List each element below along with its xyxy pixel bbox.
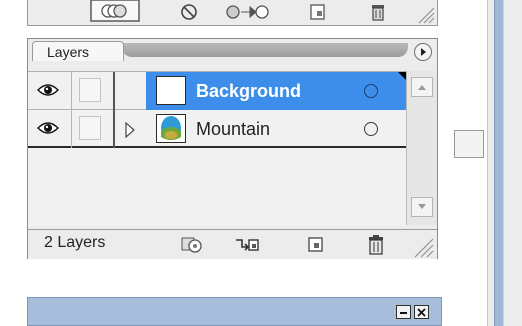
- visibility-toggle[interactable]: [28, 110, 72, 148]
- panel-tab-row: Layers: [28, 39, 437, 65]
- add-sublayer-icon[interactable]: [224, 2, 270, 22]
- new-sublayer-icon[interactable]: [234, 234, 260, 254]
- panel-menu-button[interactable]: [414, 43, 432, 61]
- tab-layers-label: Layers: [47, 44, 90, 60]
- layer-name: Background: [196, 81, 302, 101]
- expand-triangle-icon[interactable]: [124, 122, 136, 138]
- document-window-edge: [487, 0, 522, 326]
- no-entry-icon[interactable]: [179, 2, 199, 22]
- layer-row-background[interactable]: Background: [28, 72, 406, 110]
- visibility-toggle[interactable]: [28, 72, 72, 110]
- lock-toggle[interactable]: [73, 110, 115, 148]
- scroll-up-button[interactable]: [411, 77, 433, 97]
- target-icon[interactable]: [364, 122, 378, 136]
- lock-box: [79, 116, 101, 140]
- clipping-mask-icon[interactable]: [90, 0, 140, 22]
- layer-thumbnail: [156, 114, 186, 143]
- layer-thumbnail: [156, 76, 186, 105]
- layers-list: Background Mountain: [28, 71, 406, 226]
- panel-tab-bar: [122, 43, 408, 57]
- layers-scrollbar[interactable]: [406, 71, 437, 225]
- resize-grip-icon[interactable]: [415, 4, 435, 29]
- trash-icon[interactable]: [366, 234, 386, 256]
- top-palette-footer: [27, 0, 438, 26]
- panel-footer: 2 Layers: [28, 229, 437, 259]
- delete-icon[interactable]: [368, 2, 388, 22]
- layers-panel: Layers Background Mountain 2 Layers: [27, 38, 438, 259]
- tab-layers[interactable]: Layers: [32, 41, 124, 61]
- scrollbar-track[interactable]: [494, 0, 504, 326]
- new-layer-icon[interactable]: [308, 2, 328, 22]
- panel-dock-button[interactable]: [454, 130, 484, 158]
- eye-icon: [37, 84, 59, 96]
- close-button[interactable]: [414, 305, 429, 319]
- scroll-down-button[interactable]: [411, 197, 433, 217]
- arrow-up-icon: [418, 85, 426, 90]
- selected-art-indicator: [398, 72, 406, 80]
- make-clipping-mask-icon[interactable]: [180, 234, 204, 254]
- next-panel-title-bar[interactable]: [27, 297, 442, 326]
- arrow-down-icon: [418, 204, 426, 209]
- layer-row-mountain[interactable]: Mountain: [28, 110, 406, 148]
- lock-toggle[interactable]: [73, 72, 115, 110]
- lock-box: [79, 78, 101, 102]
- layer-name: Mountain: [196, 119, 271, 139]
- close-icon: [417, 307, 426, 317]
- target-icon[interactable]: [364, 84, 378, 98]
- layer-count: 2 Layers: [44, 234, 106, 251]
- minimize-icon: [400, 311, 407, 314]
- triangle-right-icon: [421, 48, 426, 56]
- eye-icon: [37, 122, 59, 134]
- new-layer-icon[interactable]: [306, 234, 326, 254]
- resize-grip-icon[interactable]: [412, 236, 434, 258]
- mountain-thumbnail-icon: [157, 115, 185, 142]
- minimize-button[interactable]: [396, 305, 411, 319]
